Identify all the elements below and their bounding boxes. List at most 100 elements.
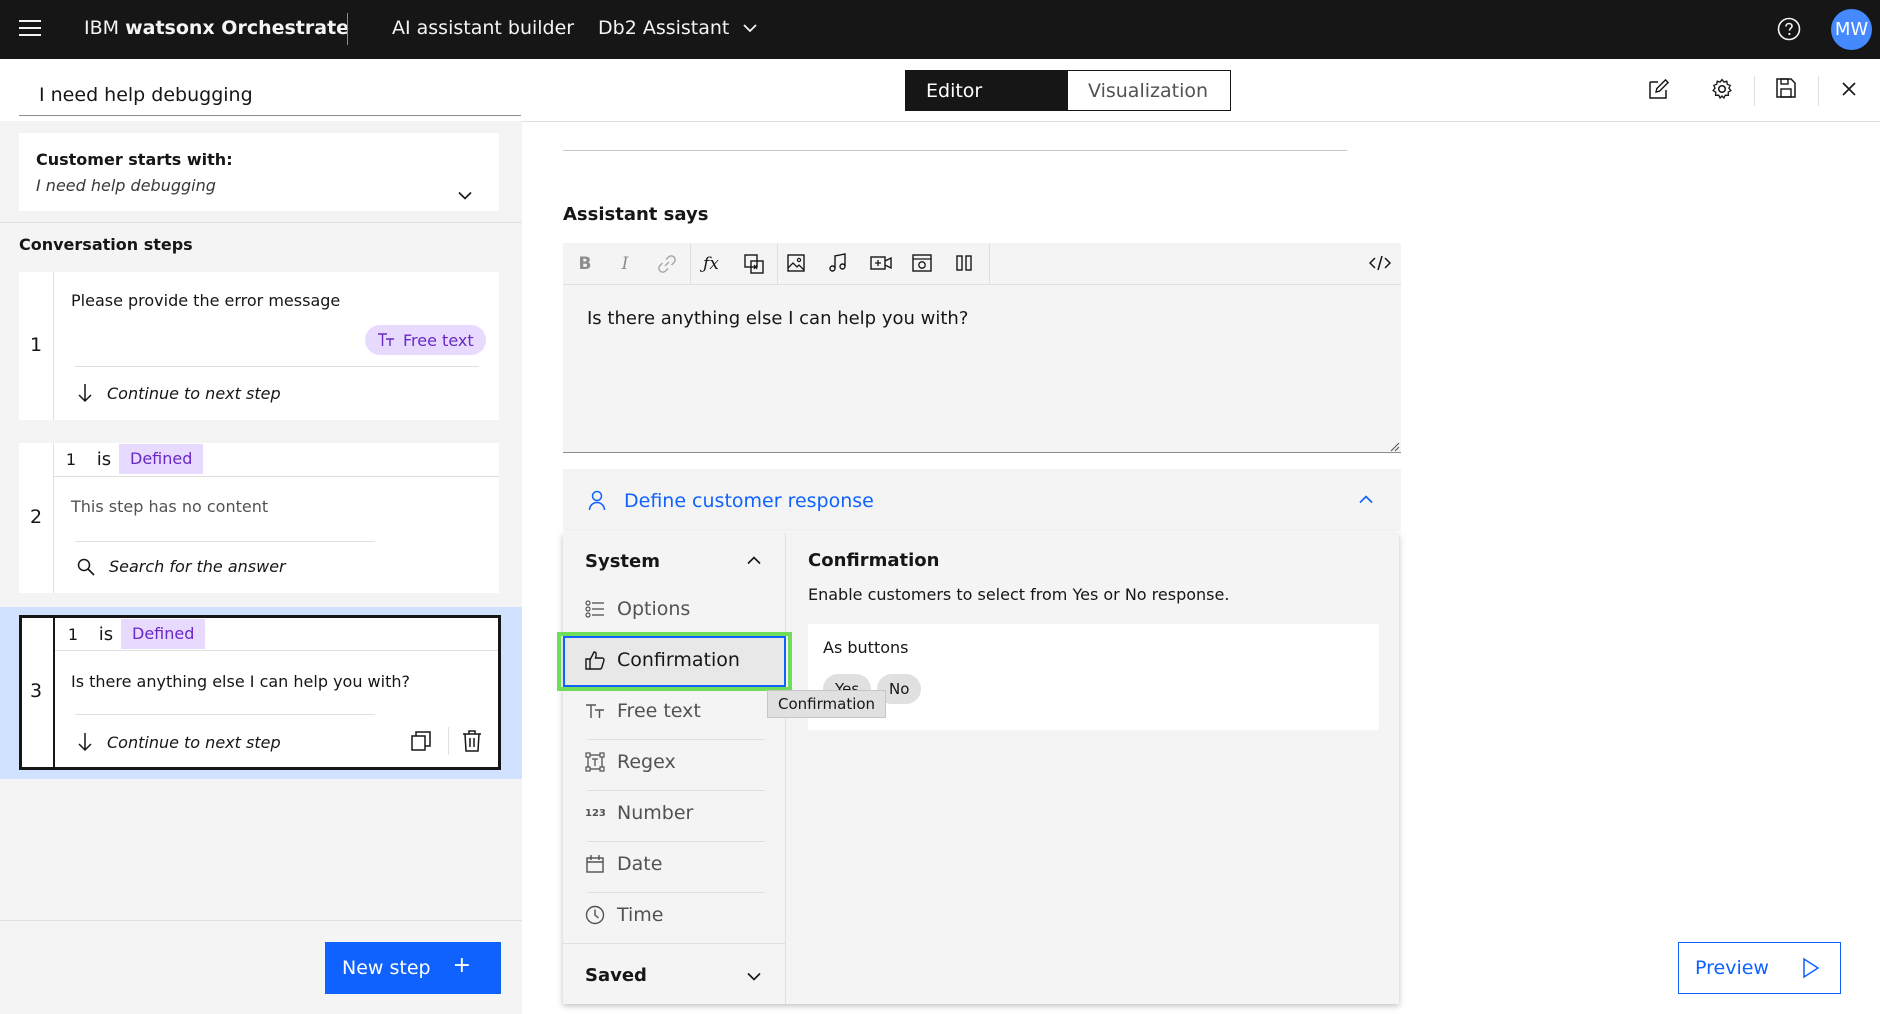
step-number: 2: [29, 506, 43, 528]
menu-item-options[interactable]: Options: [585, 598, 690, 620]
confirmation-title: Confirmation: [808, 550, 940, 571]
image-icon[interactable]: [786, 253, 808, 275]
tab-visualization[interactable]: Visualization: [1068, 71, 1230, 110]
code-icon[interactable]: [1369, 253, 1391, 275]
options-icon: [585, 600, 605, 618]
chevron-down-icon: [743, 23, 758, 33]
divider: [1818, 76, 1819, 106]
variable-icon[interactable]: [743, 253, 765, 275]
assistant-says-label: Assistant says: [563, 204, 709, 225]
confirmation-description: Enable customers to select from Yes or N…: [808, 585, 1230, 604]
chevron-up-icon[interactable]: [747, 556, 761, 565]
free-text-tag: Free text: [365, 325, 486, 355]
menu-item-label: Number: [617, 802, 694, 824]
divider: [522, 121, 1880, 122]
nav-ai-assistant-builder[interactable]: AI assistant builder: [392, 17, 574, 39]
close-icon[interactable]: [1841, 81, 1865, 105]
edit-icon[interactable]: [1648, 78, 1672, 102]
menu-item-number[interactable]: 123 Number: [585, 802, 693, 824]
divider: [75, 714, 375, 715]
step-text: Please provide the error message: [71, 291, 341, 310]
next-action-link[interactable]: Continue to next step: [77, 732, 281, 752]
hamburger-menu-icon[interactable]: [19, 19, 41, 37]
save-icon[interactable]: [1776, 78, 1800, 102]
audio-icon[interactable]: [828, 253, 850, 275]
preview-button[interactable]: Preview: [1678, 942, 1841, 994]
arrow-down-icon: [77, 732, 93, 752]
divider: [777, 243, 778, 285]
user-avatar[interactable]: MW: [1831, 9, 1872, 50]
iframe-icon[interactable]: [912, 253, 934, 275]
video-icon[interactable]: [870, 253, 892, 275]
settings-gear-icon[interactable]: [1711, 78, 1735, 102]
tag-label: Free text: [403, 330, 474, 350]
regex-icon: [585, 752, 605, 772]
chevron-down-icon[interactable]: [458, 191, 472, 200]
customer-starts-label: Customer starts with:: [36, 150, 233, 169]
trash-icon[interactable]: [462, 730, 482, 752]
define-customer-response-label[interactable]: Define customer response: [624, 490, 874, 512]
step-number: 3: [29, 680, 43, 702]
selection-highlight: [557, 632, 792, 691]
menu-item-regex[interactable]: Regex: [585, 751, 676, 773]
arrow-down-icon: [77, 383, 93, 403]
help-icon[interactable]: [1777, 17, 1801, 41]
divider: [587, 739, 765, 740]
menu-item-label: Date: [617, 853, 663, 875]
menu-item-label: Regex: [617, 751, 676, 773]
link-icon[interactable]: [656, 253, 678, 275]
brand-prefix: IBM: [84, 17, 126, 39]
step-text: This step has no content: [71, 497, 269, 516]
divider: [448, 727, 449, 755]
columns-icon[interactable]: [954, 253, 976, 275]
next-action-link[interactable]: Search for the answer: [77, 557, 286, 576]
divider: [0, 222, 522, 223]
new-step-button[interactable]: New step +: [325, 942, 501, 994]
divider: [587, 790, 765, 791]
menu-item-date[interactable]: Date: [585, 853, 662, 875]
next-action-label: Search for the answer: [109, 557, 286, 576]
step-condition[interactable]: 1 is Defined: [53, 444, 204, 474]
menu-item-label: Free text: [617, 700, 701, 722]
bold-icon[interactable]: B: [574, 253, 596, 275]
menu-item-time[interactable]: Time: [585, 904, 664, 926]
action-title-input[interactable]: I need help debugging: [19, 78, 521, 116]
divider: [989, 243, 990, 285]
customer-starts-card[interactable]: Customer starts with: I need help debugg…: [19, 133, 499, 211]
menu-item-free-text[interactable]: Free text: [585, 700, 701, 722]
brand-divider: [347, 13, 348, 45]
resize-handle-icon[interactable]: [1390, 442, 1400, 452]
menu-item-label: Time: [617, 904, 664, 926]
chevron-up-icon[interactable]: [1359, 495, 1373, 504]
condition-step: 1: [65, 449, 77, 469]
brand-name: watsonx Orchestrate: [125, 17, 350, 39]
next-action-label: Continue to next step: [107, 732, 281, 752]
divider: [53, 272, 54, 420]
as-buttons-label: As buttons: [823, 638, 909, 657]
chevron-down-icon[interactable]: [747, 972, 761, 981]
condition-value: Defined: [121, 619, 206, 649]
play-icon: [1802, 957, 1820, 979]
divider: [563, 943, 786, 944]
assistant-switcher[interactable]: Db2 Assistant: [598, 17, 758, 39]
assistant-says-text[interactable]: Is there anything else I can help you wi…: [587, 308, 968, 329]
conversation-steps-heading: Conversation steps: [19, 235, 193, 254]
next-action-link[interactable]: Continue to next step: [77, 383, 281, 403]
preview-label: Preview: [1695, 957, 1769, 979]
number-icon: 123: [585, 807, 606, 819]
step-condition[interactable]: 1 is Defined: [55, 619, 206, 649]
search-icon: [77, 558, 95, 576]
user-icon: [588, 490, 606, 512]
system-section-label[interactable]: System: [585, 551, 660, 572]
view-toggle: Editor Visualization: [905, 70, 1231, 111]
saved-section-label[interactable]: Saved: [585, 965, 647, 986]
add-icon: +: [452, 953, 471, 978]
function-icon[interactable]: ƒx: [700, 253, 722, 275]
duplicate-icon[interactable]: [410, 730, 432, 752]
menu-item-label: Options: [617, 598, 691, 620]
divider: [587, 841, 765, 842]
text-type-icon: [377, 333, 395, 347]
italic-icon[interactable]: I: [614, 253, 636, 275]
tab-editor[interactable]: Editor: [906, 71, 1068, 110]
product-brand[interactable]: IBM watsonx Orchestrate: [84, 17, 349, 39]
